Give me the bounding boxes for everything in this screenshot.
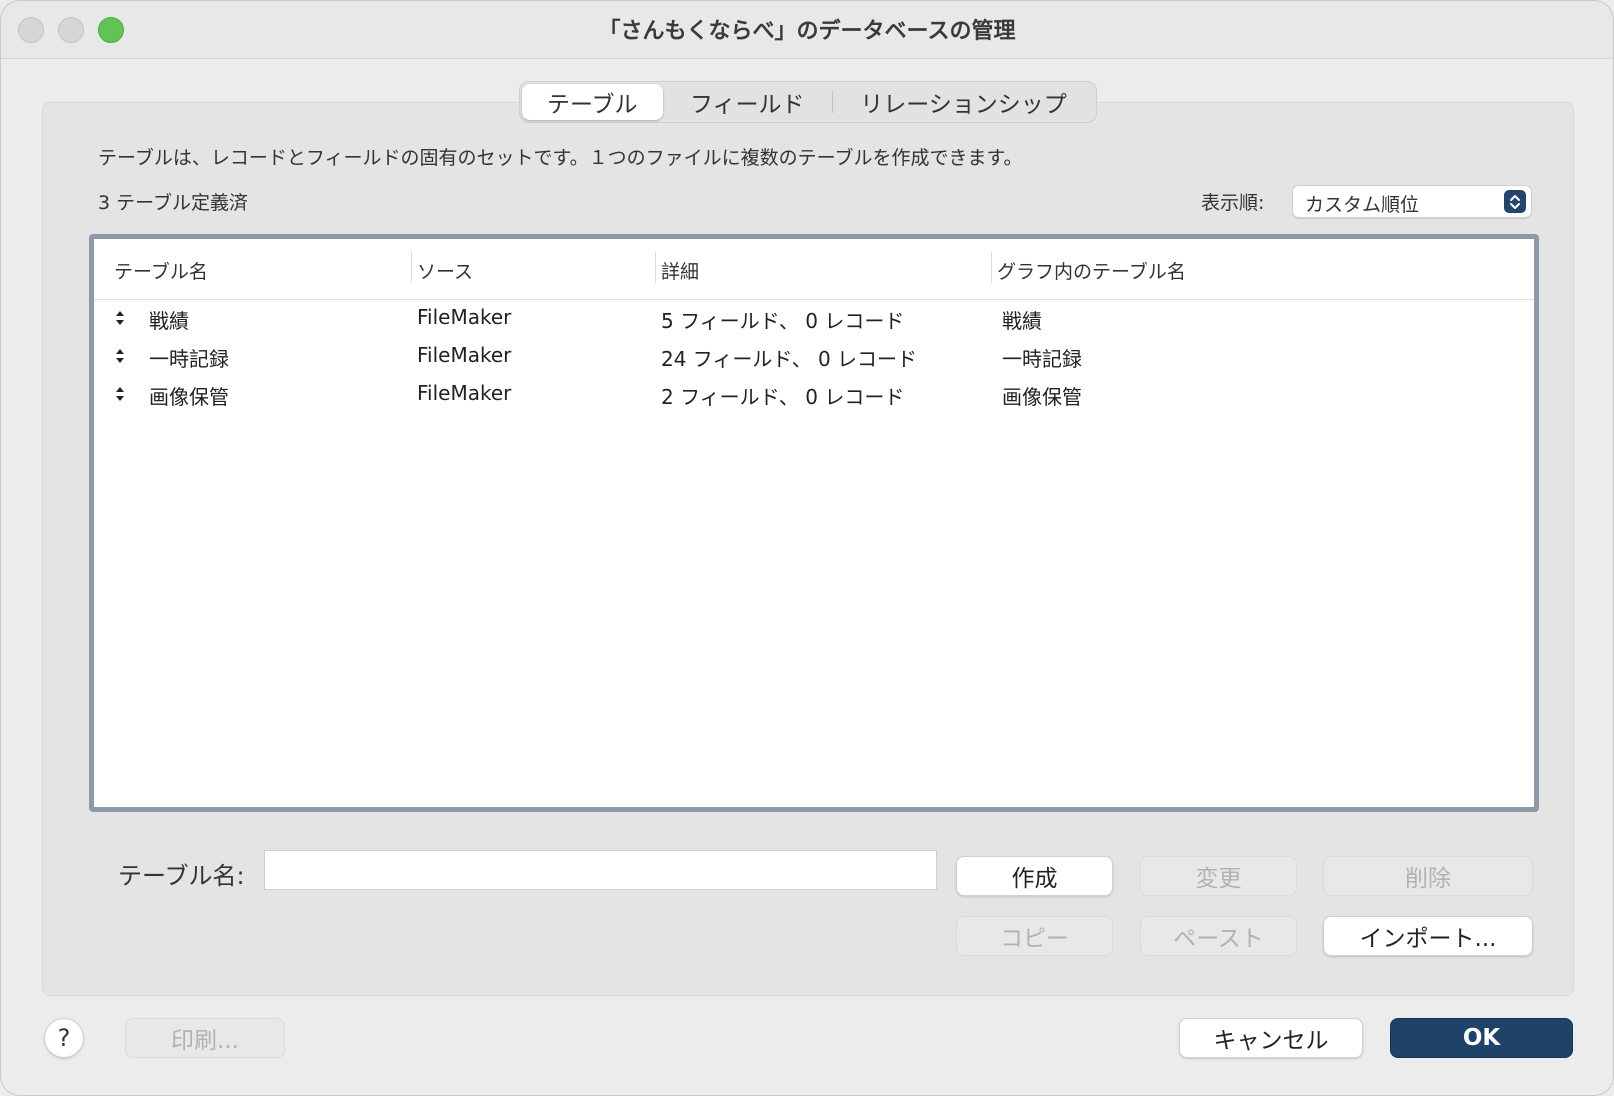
sort-order-select[interactable]: カスタム順位 [1292, 185, 1532, 218]
row-details: 24 フィールド、 0 レコード [661, 347, 918, 371]
row-graph-name: 戦績 [1002, 309, 1042, 333]
table-row[interactable]: 戦績 FileMaker 5 フィールド、 0 レコード 戦績 [94, 300, 1534, 338]
sort-order-label: 表示順: [1201, 192, 1265, 214]
import-button[interactable]: インポート... [1323, 916, 1533, 956]
row-table-name: 一時記録 [149, 347, 229, 371]
row-source: FileMaker [417, 305, 512, 329]
column-header-table-name[interactable]: テーブル名 [114, 255, 208, 285]
manage-database-window: 「さんもくならべ」のデータベースの管理 テーブル フィールド リレーションシップ… [0, 0, 1614, 1096]
row-table-name: 画像保管 [149, 385, 229, 409]
help-button[interactable]: ? [44, 1018, 84, 1058]
tab-fields[interactable]: フィールド [663, 84, 832, 120]
description-text: テーブルは、レコードとフィールドの固有のセットです。１つのファイルに複数のテーブ… [98, 147, 1023, 169]
row-source: FileMaker [417, 343, 512, 367]
tab-tables[interactable]: テーブル [522, 84, 663, 120]
column-header-details[interactable]: 詳細 [661, 255, 699, 285]
window-title: 「さんもくならべ」のデータベースの管理 [598, 19, 1016, 44]
column-divider [991, 251, 992, 283]
ok-button[interactable]: OK [1390, 1018, 1573, 1058]
drag-handle-icon[interactable] [114, 345, 126, 367]
change-button[interactable]: 変更 [1140, 856, 1297, 896]
title-bar: 「さんもくならべ」のデータベースの管理 [1, 1, 1613, 59]
table-count: 3 テーブル定義済 [98, 192, 248, 214]
table-header: テーブル名 ソース 詳細 グラフ内のテーブル名 [94, 239, 1534, 300]
row-table-name: 戦績 [149, 309, 189, 333]
tab-bar: テーブル フィールド リレーションシップ [519, 81, 1097, 123]
tables-list[interactable]: テーブル名 ソース 詳細 グラフ内のテーブル名 戦績 FileMaker 5 フ… [89, 234, 1539, 812]
tab-relationships[interactable]: リレーションシップ [833, 84, 1094, 120]
column-header-graph-name[interactable]: グラフ内のテーブル名 [997, 255, 1186, 285]
create-button[interactable]: 作成 [956, 856, 1113, 896]
table-row[interactable]: 一時記録 FileMaker 24 フィールド、 0 レコード 一時記録 [94, 338, 1534, 376]
table-row[interactable]: 画像保管 FileMaker 2 フィールド、 0 レコード 画像保管 [94, 376, 1534, 414]
row-details: 5 フィールド、 0 レコード [661, 309, 905, 333]
column-header-source[interactable]: ソース [417, 255, 473, 285]
drag-handle-icon[interactable] [114, 307, 126, 329]
table-name-input[interactable] [264, 850, 937, 890]
column-divider [411, 251, 412, 283]
row-details: 2 フィールド、 0 レコード [661, 385, 905, 409]
table-name-label: テーブル名: [118, 862, 245, 890]
chevron-up-down-icon [1504, 190, 1526, 213]
drag-handle-icon[interactable] [114, 383, 126, 405]
row-source: FileMaker [417, 381, 512, 405]
copy-button[interactable]: コピー [956, 916, 1113, 956]
cancel-button[interactable]: キャンセル [1179, 1018, 1363, 1058]
print-button[interactable]: 印刷... [125, 1018, 285, 1058]
row-graph-name: 一時記録 [1002, 347, 1082, 371]
column-divider [655, 251, 656, 283]
row-graph-name: 画像保管 [1002, 385, 1082, 409]
paste-button[interactable]: ペースト [1140, 916, 1297, 956]
delete-button[interactable]: 削除 [1323, 856, 1533, 896]
sort-order-value: カスタム順位 [1305, 194, 1420, 216]
